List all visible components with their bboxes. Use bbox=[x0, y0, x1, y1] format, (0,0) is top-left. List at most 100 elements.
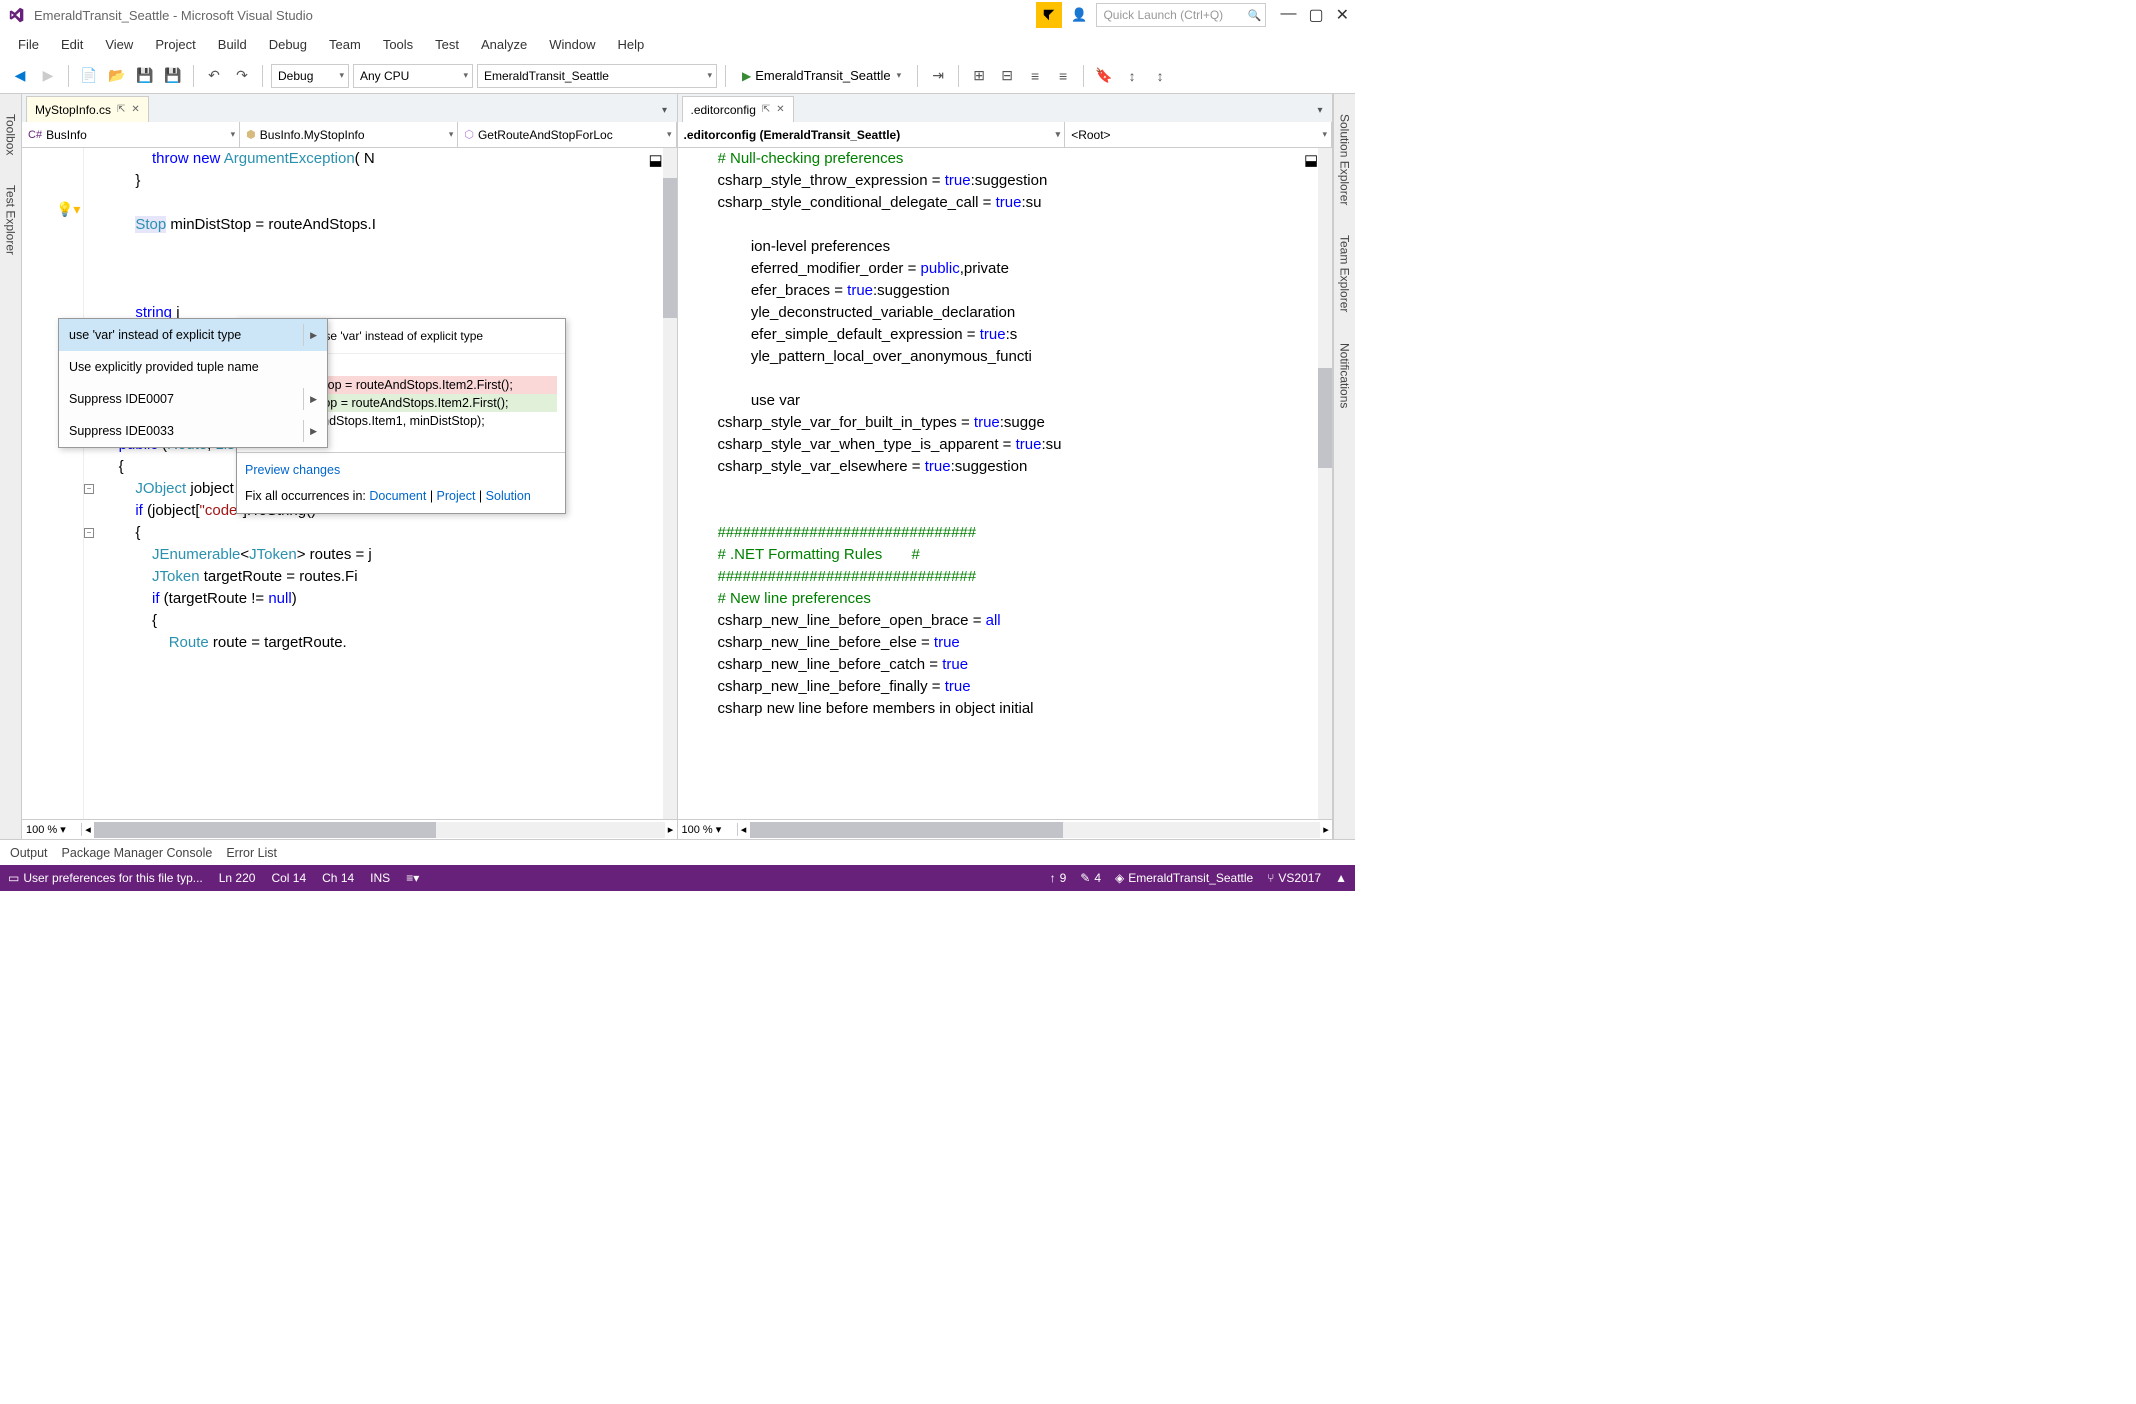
bookmark-button[interactable]: 🔖 bbox=[1092, 64, 1116, 88]
close-button[interactable]: ✕ bbox=[1336, 5, 1349, 25]
qa-suppress-0007[interactable]: Suppress IDE0007▶ bbox=[59, 383, 327, 415]
hscroll-track[interactable] bbox=[94, 822, 665, 838]
status-edits[interactable]: ✎ 4 bbox=[1080, 871, 1101, 885]
tab-dropdown-icon[interactable]: ▾ bbox=[1308, 98, 1332, 122]
notification-flag-icon[interactable] bbox=[1036, 2, 1062, 28]
qa-use-var[interactable]: use 'var' instead of explicit type▶ bbox=[59, 319, 327, 351]
startup-project-select[interactable]: EmeraldTransit_Seattle bbox=[477, 64, 717, 88]
menu-team[interactable]: Team bbox=[319, 33, 371, 56]
right-zoom-bar: 100 % ▾ ◂ ▸ bbox=[678, 819, 1333, 839]
menu-tools[interactable]: Tools bbox=[373, 33, 423, 56]
indent-button[interactable]: ≡ bbox=[1023, 64, 1047, 88]
right-vscroll[interactable] bbox=[1318, 148, 1332, 819]
toolbar-icon-1[interactable]: ⊞ bbox=[967, 64, 991, 88]
output-tab[interactable]: Output bbox=[10, 846, 48, 860]
status-branch[interactable]: ⑂ VS2017 bbox=[1267, 871, 1321, 885]
tab-dropdown-icon[interactable]: ▾ bbox=[653, 98, 677, 122]
preview-changes-link[interactable]: Preview changes bbox=[245, 463, 340, 477]
qa-suppress-0033[interactable]: Suppress IDE0033▶ bbox=[59, 415, 327, 447]
team-explorer-tab[interactable]: Team Explorer bbox=[1338, 235, 1352, 312]
menu-project[interactable]: Project bbox=[145, 33, 205, 56]
tab-editorconfig[interactable]: .editorconfig ⇱ ✕ bbox=[682, 96, 794, 122]
zoom-select[interactable]: 100 % ▾ bbox=[22, 823, 82, 836]
toolbox-tab[interactable]: Toolbox bbox=[4, 114, 18, 155]
nav-member[interactable]: ⬡GetRouteAndStopForLoc bbox=[458, 122, 676, 147]
menu-bar: File Edit View Project Build Debug Team … bbox=[0, 30, 1355, 58]
undo-button[interactable]: ↶ bbox=[202, 64, 226, 88]
status-lines-icon[interactable]: ≡▾ bbox=[406, 871, 419, 885]
status-bar: ▭ User preferences for this file typ... … bbox=[0, 865, 1355, 891]
nav-back-button[interactable]: ◀ bbox=[8, 64, 32, 88]
submenu-arrow-icon: ▶ bbox=[303, 388, 317, 410]
fold-toggle[interactable]: − bbox=[84, 528, 94, 538]
solution-explorer-tab[interactable]: Solution Explorer bbox=[1338, 114, 1352, 205]
toolbar-icon-4[interactable]: ↕ bbox=[1148, 64, 1172, 88]
feedback-icon[interactable]: 👤 bbox=[1066, 2, 1092, 28]
nav-project[interactable]: C#BusInfo bbox=[22, 122, 240, 147]
lightbulb-icon[interactable]: 💡▾ bbox=[56, 198, 80, 220]
tab-mystopinfo[interactable]: MyStopInfo.cs ⇱ ✕ bbox=[26, 96, 149, 122]
split-button-icon[interactable]: ⬓ bbox=[649, 150, 661, 162]
platform-select[interactable]: Any CPU bbox=[353, 64, 473, 88]
fold-toggle[interactable]: − bbox=[84, 484, 94, 494]
pin-icon[interactable]: ⇱ bbox=[762, 104, 770, 115]
config-select[interactable]: Debug bbox=[271, 64, 349, 88]
right-code-area[interactable]: # Null-checking preferences csharp_style… bbox=[678, 148, 1333, 819]
nav-file[interactable]: .editorconfig (EmeraldTransit_Seattle) bbox=[678, 122, 1066, 147]
scroll-right-icon[interactable]: ▸ bbox=[1320, 823, 1332, 836]
menu-test[interactable]: Test bbox=[425, 33, 469, 56]
status-repo[interactable]: ◈ EmeraldTransit_Seattle bbox=[1115, 871, 1253, 885]
split-button-icon[interactable]: ⬓ bbox=[1304, 150, 1316, 162]
fix-project-link[interactable]: Project bbox=[437, 489, 476, 503]
menu-help[interactable]: Help bbox=[608, 33, 655, 56]
nav-class[interactable]: ⬢BusInfo.MyStopInfo bbox=[240, 122, 458, 147]
open-file-button[interactable]: 📂 bbox=[105, 64, 129, 88]
diagnostic-message: use 'var' instead of explicit type bbox=[318, 325, 483, 347]
nav-root[interactable]: <Root> bbox=[1065, 122, 1332, 147]
hscroll-track[interactable] bbox=[750, 822, 1321, 838]
menu-edit[interactable]: Edit bbox=[51, 33, 93, 56]
scroll-left-icon[interactable]: ◂ bbox=[738, 823, 750, 836]
scroll-left-icon[interactable]: ◂ bbox=[82, 823, 94, 836]
toolbar-icon-2[interactable]: ⊟ bbox=[995, 64, 1019, 88]
error-list-tab[interactable]: Error List bbox=[226, 846, 277, 860]
pin-icon[interactable]: ⇱ bbox=[117, 104, 125, 115]
zoom-select[interactable]: 100 % ▾ bbox=[678, 823, 738, 836]
fix-document-link[interactable]: Document bbox=[369, 489, 426, 503]
right-nav-bar: .editorconfig (EmeraldTransit_Seattle) <… bbox=[678, 122, 1333, 148]
test-explorer-tab[interactable]: Test Explorer bbox=[4, 185, 18, 255]
status-publish-icon[interactable]: ▲ bbox=[1335, 871, 1347, 885]
toolbar-icon-3[interactable]: ↕ bbox=[1120, 64, 1144, 88]
maximize-button[interactable]: ▢ bbox=[1308, 5, 1323, 25]
quick-actions-menu: use 'var' instead of explicit type▶ Use … bbox=[58, 318, 328, 448]
redo-button[interactable]: ↷ bbox=[230, 64, 254, 88]
left-code-area[interactable]: 💡▾ − − − − throw new ArgumentException( … bbox=[22, 148, 677, 819]
step-button[interactable]: ⇥ bbox=[926, 64, 950, 88]
outdent-button[interactable]: ≡ bbox=[1051, 64, 1075, 88]
close-tab-icon[interactable]: ✕ bbox=[776, 104, 784, 115]
left-nav-bar: C#BusInfo ⬢BusInfo.MyStopInfo ⬡GetRouteA… bbox=[22, 122, 677, 148]
status-pending-changes[interactable]: ↑ 9 bbox=[1050, 871, 1067, 885]
menu-file[interactable]: File bbox=[8, 33, 49, 56]
left-sidebar-tabs: Toolbox Test Explorer bbox=[0, 94, 22, 839]
menu-view[interactable]: View bbox=[95, 33, 143, 56]
close-tab-icon[interactable]: ✕ bbox=[131, 104, 139, 115]
qa-tuple-name[interactable]: Use explicitly provided tuple name bbox=[59, 351, 327, 383]
fix-solution-link[interactable]: Solution bbox=[486, 489, 531, 503]
scroll-right-icon[interactable]: ▸ bbox=[665, 823, 677, 836]
left-vscroll[interactable] bbox=[663, 148, 677, 819]
notifications-tab[interactable]: Notifications bbox=[1338, 343, 1352, 408]
menu-debug[interactable]: Debug bbox=[259, 33, 317, 56]
quick-launch-input[interactable]: Quick Launch (Ctrl+Q) bbox=[1096, 3, 1266, 27]
submenu-arrow-icon: ▶ bbox=[303, 324, 317, 346]
start-debug-button[interactable]: ▶ EmeraldTransit_Seattle ▾ bbox=[734, 64, 909, 88]
save-button[interactable]: 💾 bbox=[133, 64, 157, 88]
menu-analyze[interactable]: Analyze bbox=[471, 33, 537, 56]
minimize-button[interactable]: — bbox=[1280, 5, 1296, 25]
menu-build[interactable]: Build bbox=[208, 33, 257, 56]
nav-forward-button[interactable]: ▶ bbox=[36, 64, 60, 88]
new-project-button[interactable]: 📄 bbox=[77, 64, 101, 88]
save-all-button[interactable]: 💾 bbox=[161, 64, 185, 88]
menu-window[interactable]: Window bbox=[539, 33, 605, 56]
package-manager-tab[interactable]: Package Manager Console bbox=[62, 846, 213, 860]
